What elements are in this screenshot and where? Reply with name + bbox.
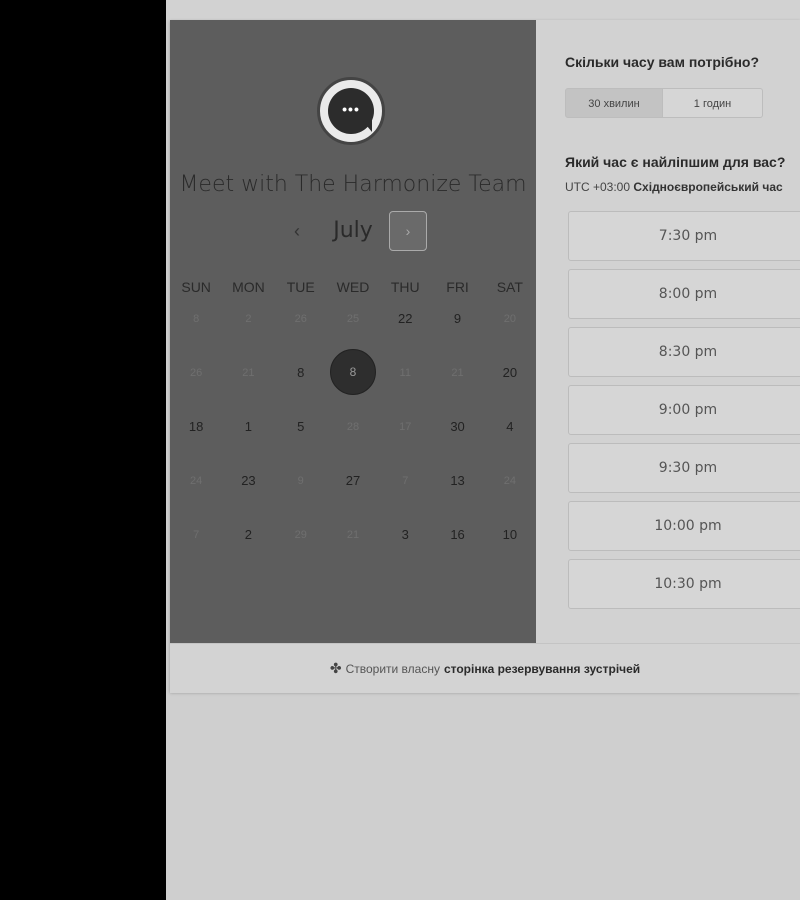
weekday-label: SUN	[181, 279, 211, 295]
weekday-header: SUN MON TUE WED THU FRI SAT	[170, 275, 536, 305]
month-label: July	[333, 218, 373, 243]
calendar-grid: SUN MON TUE WED THU FRI SAT 8 2 26 25 22 9 20 26 21 8 8 1…	[170, 275, 536, 575]
top-strip	[166, 0, 800, 20]
calendar-day[interactable]: 2	[222, 521, 274, 575]
calendar-day[interactable]: 4	[484, 413, 536, 467]
time-slot-button[interactable]: 8:00 pm	[568, 269, 800, 319]
calendar-day: 7	[402, 475, 409, 487]
footer: ✤ Створити власну сторінка резервування …	[170, 643, 800, 693]
calendar-day-selected[interactable]: 8	[327, 349, 379, 413]
calendar-day: 20	[503, 313, 516, 325]
calendar-day: 11	[399, 367, 411, 379]
time-panel: Скільки часу вам потрібно? 30 хвилин 1 г…	[536, 20, 800, 643]
calendar-day: 26	[294, 313, 307, 325]
time-slot-list: 7:30 pm 8:00 pm 8:30 pm 9:00 pm 9:30 pm 10:00…	[568, 211, 800, 617]
selected-day-marker[interactable]: 8	[329, 349, 376, 395]
month-navigation: ‹ July ›	[170, 210, 536, 254]
calendar-day: 24	[190, 475, 203, 487]
calendar-day: 26	[190, 367, 203, 379]
time-slot-button[interactable]: 8:30 pm	[568, 327, 800, 377]
time-slot-button[interactable]: 7:30 pm	[568, 211, 800, 261]
calendar-day: 8	[193, 313, 200, 325]
weekday-label: SAT	[496, 279, 523, 295]
host-avatar: •••	[317, 77, 385, 145]
calendar-day[interactable]: 1	[222, 413, 274, 467]
calendar-day[interactable]: 18	[170, 413, 222, 467]
timezone-name[interactable]: Східноєвропейський час	[633, 180, 782, 194]
weekday-label: WED	[336, 279, 370, 295]
calendar-day[interactable]: 30	[431, 413, 483, 467]
calendar-panel: ••• Meet with The Harmonize Team ‹ July …	[170, 20, 536, 643]
footer-prefix: Створити власну	[345, 661, 440, 676]
calendar-day[interactable]: 13	[431, 467, 483, 521]
weekday-label: THU	[390, 279, 420, 295]
prev-month-button[interactable]: ‹	[285, 216, 309, 246]
duration-30-button[interactable]: 30 хвилин	[565, 88, 663, 118]
time-question: Який час є найліпшим для вас?	[565, 154, 786, 170]
duration-toggle: 30 хвилин 1 годин	[565, 88, 763, 118]
calendar-day[interactable]: 16	[431, 521, 483, 575]
time-slot-button[interactable]: 10:00 pm	[568, 501, 800, 551]
calendar-day: 28	[346, 421, 360, 433]
time-slot-button[interactable]: 9:30 pm	[568, 443, 800, 493]
calendar-week-row: 18 1 5 28 17 30 4	[170, 413, 536, 467]
calendar-day: 9	[297, 475, 304, 487]
calendar-week-row: 24 23 9 27 7 13 24	[170, 467, 536, 521]
page-background: ••• Meet with The Harmonize Team ‹ July …	[166, 0, 800, 900]
calendar-day[interactable]: 3	[379, 521, 431, 575]
timezone-offset: UTC +03:00	[565, 180, 631, 194]
weekday-label: TUE	[286, 279, 315, 295]
calendar-day[interactable]: 8	[275, 359, 327, 413]
calendar-day[interactable]: 23	[222, 467, 274, 521]
calendar-day[interactable]: 5	[275, 413, 327, 467]
calendar-body: 8 2 26 25 22 9 20 26 21 8 8 11 21 20 18 1 5 28 17 30 4 24 23 9 2…	[170, 305, 536, 575]
weekday-label: MON	[232, 279, 265, 295]
booking-card: ••• Meet with The Harmonize Team ‹ July …	[170, 20, 800, 693]
calendar-day: 24	[503, 475, 516, 487]
calendar-week-row: 7 2 29 21 3 16 10	[170, 521, 536, 575]
timezone-label: UTC +03:00 Східноєвропейський час	[565, 180, 783, 194]
calendar-day[interactable]: 27	[327, 467, 379, 521]
calendar-day[interactable]: 20	[484, 359, 536, 413]
duration-question: Скільки часу вам потрібно?	[565, 54, 760, 70]
calendar-day: 21	[346, 529, 360, 541]
calendar-day[interactable]: 22	[379, 305, 431, 359]
next-month-button[interactable]: ›	[389, 211, 427, 251]
calendar-day: 17	[399, 421, 412, 433]
duration-60-button[interactable]: 1 годин	[663, 88, 763, 118]
calendar-day[interactable]: 9	[431, 305, 483, 359]
calendar-day: 7	[193, 529, 200, 541]
chat-bubble-tail	[362, 120, 372, 132]
time-slot-button[interactable]: 10:30 pm	[568, 559, 800, 609]
calendar-day: 21	[242, 367, 255, 379]
calendar-day: 2	[245, 313, 252, 325]
hubspot-sprocket-icon: ✤	[329, 660, 342, 676]
calendar-day[interactable]: 10	[484, 521, 536, 575]
meeting-title: Meet with The Harmonize Team	[179, 172, 527, 197]
calendar-week-row: 26 21 8 8 11 21 20	[170, 349, 536, 413]
time-slot-button[interactable]: 9:00 pm	[568, 385, 800, 435]
calendar-day: 29	[294, 529, 307, 541]
weekday-label: FRI	[446, 279, 469, 295]
calendar-day: 21	[451, 367, 464, 379]
footer-link[interactable]: сторінка резервування зустрічей	[444, 662, 640, 676]
